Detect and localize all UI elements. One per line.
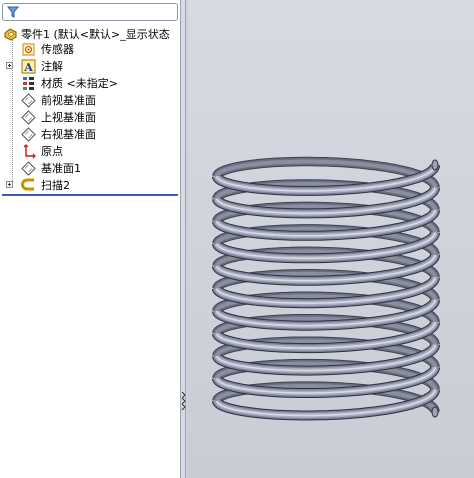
tree-item-material[interactable]: 材质 <未指定>: [0, 75, 180, 92]
tree-item-origin[interactable]: 原点: [0, 143, 180, 160]
sweep-icon: [21, 178, 34, 191]
part-icon: [4, 28, 17, 41]
tree-item-top-plane[interactable]: 上视基准面: [0, 109, 180, 126]
filter-bar[interactable]: [2, 3, 178, 21]
tree-item-sensors[interactable]: 传感器: [0, 41, 180, 58]
tree-item-label: 材质 <未指定>: [41, 77, 118, 90]
tree-item-label: 注解: [41, 60, 63, 73]
tree-item-label: 基准面1: [41, 162, 81, 175]
spring-model[interactable]: [188, 0, 474, 478]
tree-item-label: 上视基准面: [41, 111, 96, 124]
tree-item-label: 原点: [41, 145, 63, 158]
expand-toggle[interactable]: [6, 181, 13, 188]
material-icon: [23, 77, 34, 90]
rollback-bar[interactable]: [2, 194, 178, 196]
tree-item-label: 传感器: [41, 43, 74, 56]
tree-item-label: 扫描2: [41, 179, 70, 192]
tree-item-annotations[interactable]: A 注解: [0, 58, 180, 75]
tree-item-label: 右视基准面: [41, 128, 96, 141]
plane-icon: [21, 93, 36, 108]
graphics-viewport[interactable]: [188, 0, 474, 478]
plane-icon: [21, 127, 36, 142]
spring-end-cap: [431, 159, 439, 171]
tree-item-label: 前视基准面: [41, 94, 96, 107]
plane-icon: [21, 110, 36, 125]
tree-item-right-plane[interactable]: 右视基准面: [0, 126, 180, 143]
plane-icon: [21, 161, 36, 176]
tree-item-front-plane[interactable]: 前视基准面: [0, 92, 180, 109]
annotation-icon: A: [21, 59, 36, 74]
splitter-grip-icon[interactable]: [181, 390, 187, 412]
feature-manager-tree: 零件1 (默认<默认>_显示状态 传感器 A 注解 材质 <未指定> 前视基准面…: [0, 0, 181, 478]
tree-item-sweep2[interactable]: 扫描2: [0, 177, 180, 194]
svg-text:A: A: [23, 61, 33, 74]
sensor-icon: [22, 43, 35, 56]
spring-end-cap: [431, 406, 439, 418]
tree-item-plane1[interactable]: 基准面1: [0, 160, 180, 177]
origin-icon: [23, 144, 36, 159]
expand-toggle[interactable]: [6, 62, 13, 69]
filter-icon[interactable]: [6, 5, 20, 19]
